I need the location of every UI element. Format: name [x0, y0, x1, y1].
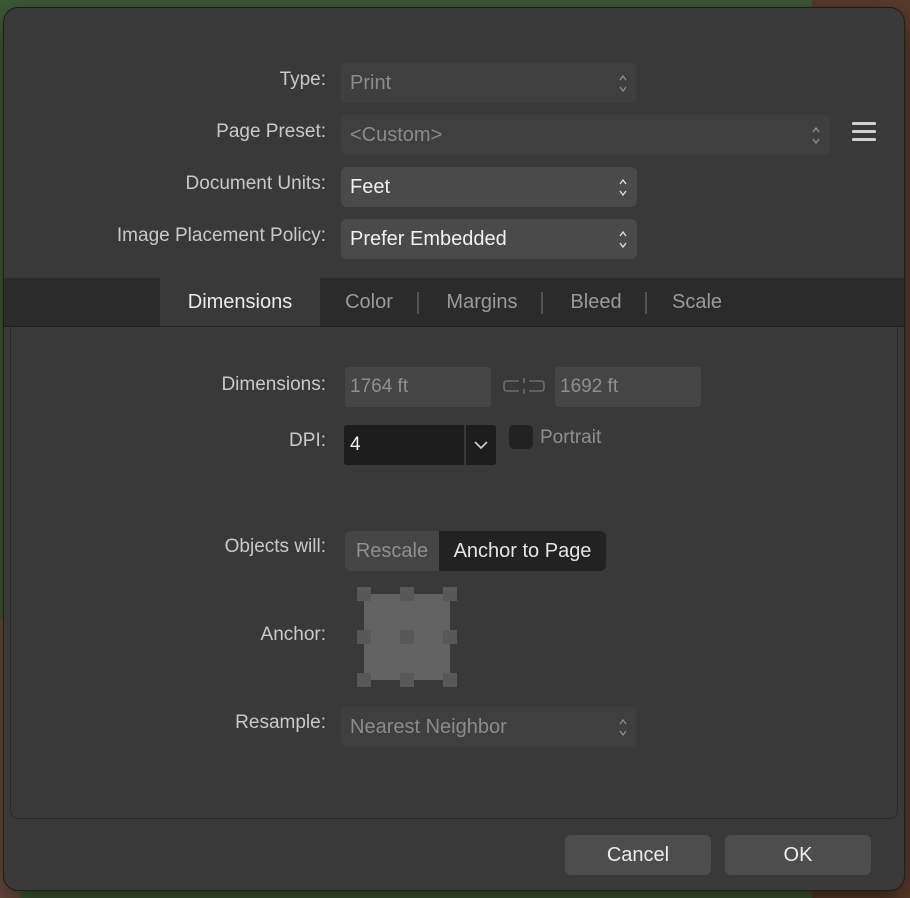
page-preset-popup: <Custom> — [341, 115, 830, 155]
dpi-label: DPI: — [289, 430, 326, 451]
updown-arrows-icon — [812, 126, 820, 145]
tab-margins[interactable]: Margins — [432, 278, 532, 326]
portrait-checkbox[interactable] — [509, 425, 533, 449]
type-popup: Print — [341, 63, 637, 103]
width-field[interactable]: 1764 ft — [345, 367, 491, 407]
tab-color[interactable]: Color — [329, 278, 409, 326]
image-placement-popup[interactable]: Prefer Embedded — [341, 219, 637, 259]
updown-arrows-icon — [619, 230, 627, 249]
updown-arrows-icon — [619, 718, 627, 737]
resample-value: Nearest Neighbor — [350, 716, 507, 738]
page-preset-label: Page Preset: — [216, 121, 326, 142]
chevron-down-icon — [474, 441, 488, 450]
anchor-grid-icon[interactable] — [357, 587, 457, 687]
type-value: Print — [350, 72, 392, 94]
type-label: Type: — [279, 69, 326, 90]
image-placement-label: Image Placement Policy: — [116, 225, 326, 246]
link-chain-icon[interactable] — [503, 378, 545, 394]
tab-scale[interactable]: Scale — [657, 278, 737, 326]
tab-separator — [645, 292, 647, 314]
resample-popup: Nearest Neighbor — [341, 707, 637, 747]
dpi-dropdown-button[interactable] — [466, 425, 496, 465]
document-units-popup[interactable]: Feet — [341, 167, 637, 207]
anchor-label: Anchor: — [260, 624, 326, 645]
resample-label: Resample: — [235, 712, 326, 733]
new-document-dialog: Type: Print Page Preset: <Custom> Docume… — [4, 8, 904, 890]
anchor-to-page-option[interactable]: Anchor to Page — [439, 531, 606, 571]
updown-arrows-icon — [619, 74, 627, 93]
image-placement-value: Prefer Embedded — [350, 228, 507, 250]
preset-menu-icon[interactable] — [852, 122, 876, 146]
document-units-label: Document Units: — [185, 173, 326, 194]
cancel-button[interactable]: Cancel — [565, 835, 711, 875]
page-preset-value: <Custom> — [350, 124, 443, 146]
ok-button[interactable]: OK — [725, 835, 871, 875]
tab-dimensions[interactable]: Dimensions — [160, 278, 320, 326]
document-units-value: Feet — [350, 176, 391, 198]
tab-bar: Dimensions Color Margins Bleed Scale — [4, 278, 904, 327]
dimensions-label: Dimensions: — [221, 374, 326, 395]
objects-will-label: Objects will: — [224, 536, 326, 557]
updown-arrows-icon — [619, 178, 627, 197]
tab-separator — [417, 292, 419, 314]
rescale-option[interactable]: Rescale — [345, 531, 439, 571]
portrait-label: Portrait — [540, 427, 602, 448]
tab-separator — [541, 292, 543, 314]
dpi-input[interactable]: 4 — [344, 425, 464, 465]
tab-bleed[interactable]: Bleed — [555, 278, 637, 326]
height-field[interactable]: 1692 ft — [555, 367, 701, 407]
